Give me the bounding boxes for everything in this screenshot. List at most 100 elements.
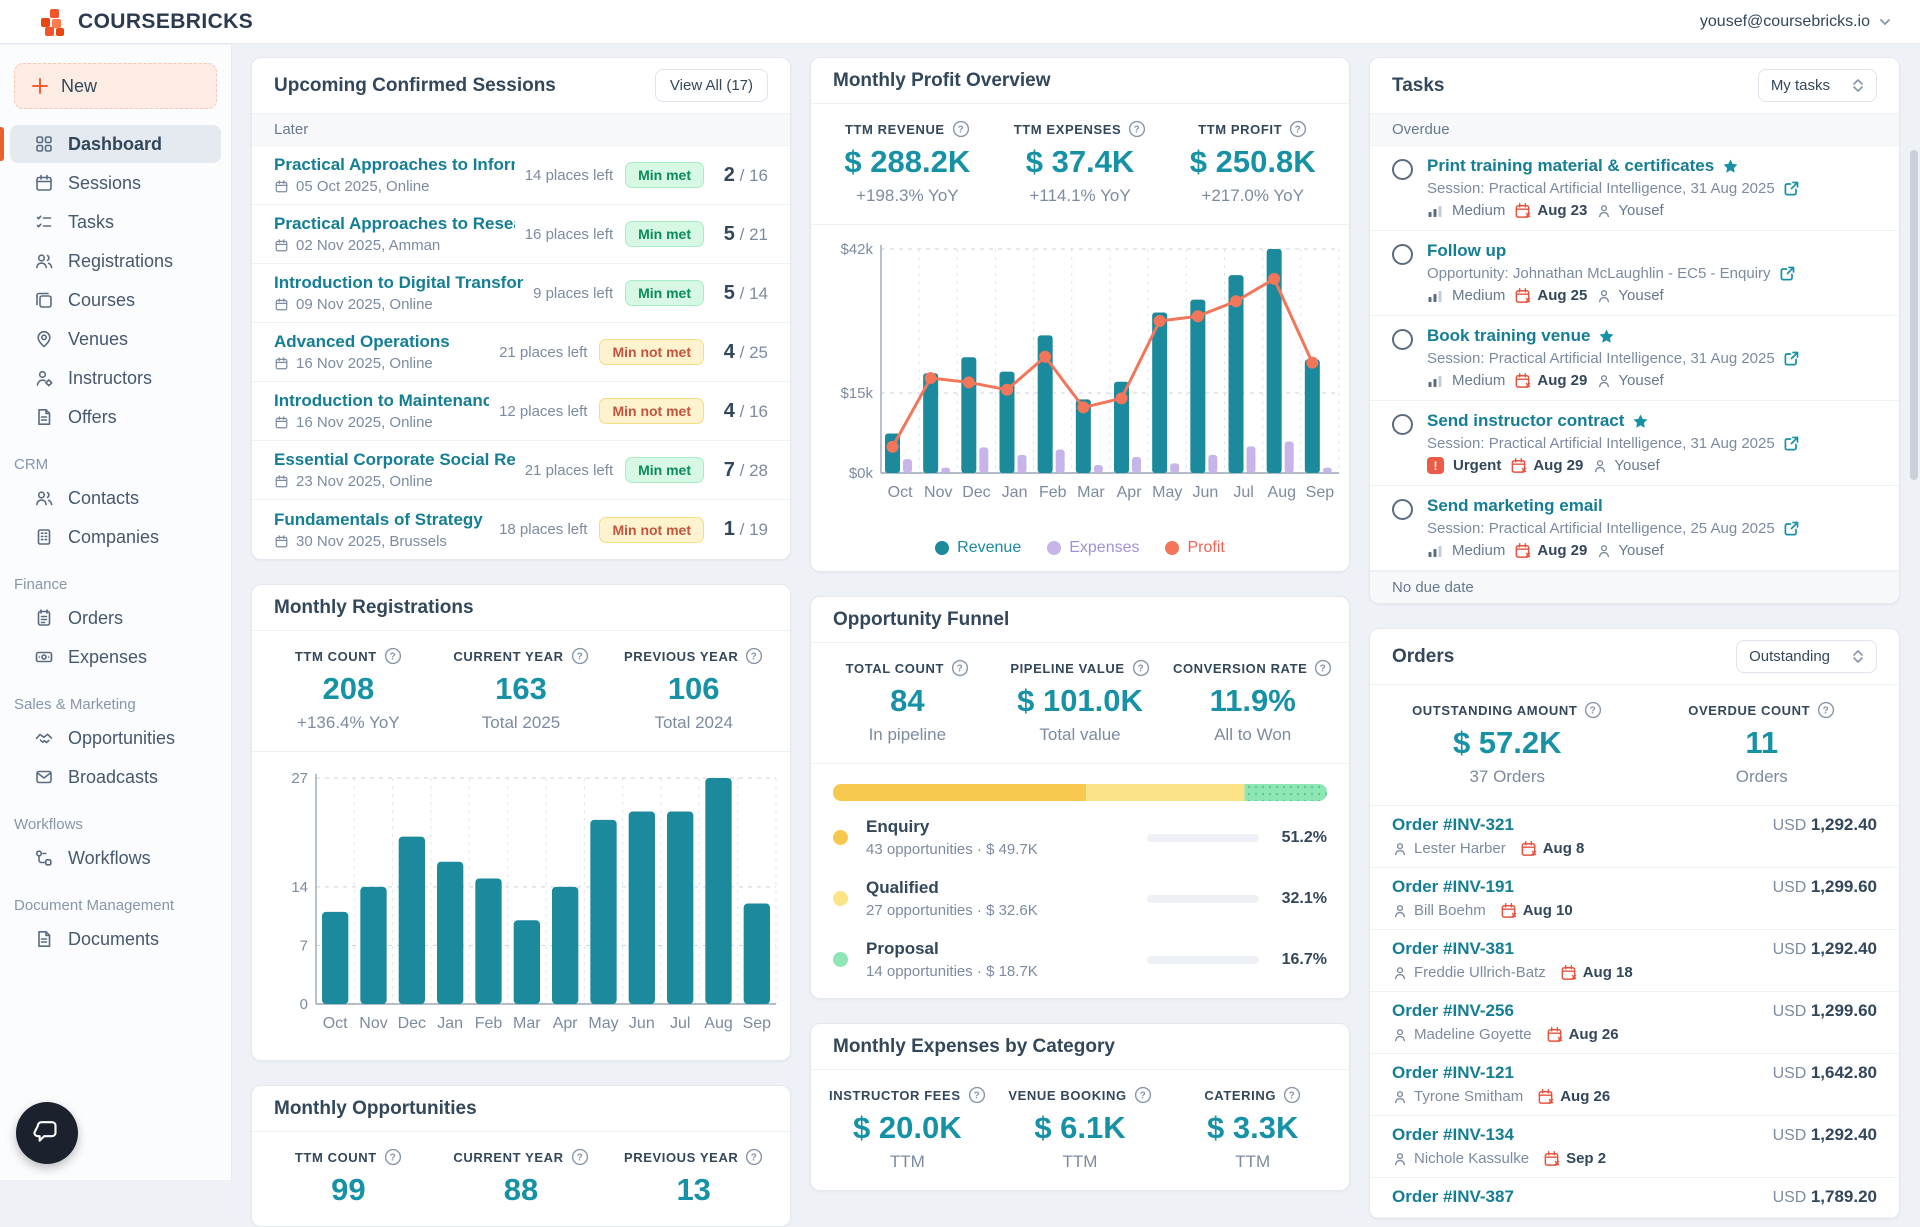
orders-filter-select[interactable]: Outstanding [1736, 640, 1877, 673]
session-title-link[interactable]: Advanced Operations [274, 332, 489, 352]
external-link-icon[interactable] [1783, 435, 1800, 452]
order-id-link[interactable]: Order #INV-121 [1392, 1063, 1610, 1083]
help-icon[interactable]: ? [1283, 1086, 1301, 1104]
svg-text:$15k: $15k [840, 385, 873, 402]
sidebar-item-registrations[interactable]: Registrations [10, 242, 221, 280]
help-icon[interactable]: ? [571, 1148, 589, 1166]
sidebar-item-companies[interactable]: Companies [10, 518, 221, 556]
task-checkbox[interactable] [1392, 499, 1413, 520]
session-date: 09 Nov 2025, Online [296, 296, 433, 313]
svg-text:0: 0 [300, 996, 308, 1013]
order-id-link[interactable]: Order #INV-381 [1392, 939, 1633, 959]
help-icon[interactable]: ? [1132, 659, 1150, 677]
chat-widget-button[interactable] [16, 1102, 78, 1164]
sidebar-item-label: Documents [68, 929, 159, 950]
registrations-card-title: Monthly Registrations [274, 597, 474, 619]
user-menu[interactable]: yousef@coursebricks.io [1700, 13, 1892, 31]
session-title-link[interactable]: Essential Corporate Social Responsibili… [274, 450, 515, 470]
help-icon[interactable]: ? [1584, 701, 1602, 719]
session-enrollment-count: 7 / 28 [716, 459, 768, 482]
order-id-link[interactable]: Order #INV-387 [1392, 1187, 1514, 1207]
svg-text:?: ? [1134, 125, 1141, 136]
task-title-link[interactable]: Send marketing email [1427, 496, 1603, 516]
help-icon[interactable]: ? [571, 647, 589, 665]
brand: COURSEBRICKS [38, 7, 253, 37]
order-contact: Nichole Kassulke [1414, 1150, 1529, 1167]
task-checkbox[interactable] [1392, 329, 1413, 350]
sidebar-item-opportunities[interactable]: Opportunities [10, 719, 221, 757]
kpi-venue-booking: VENUE BOOKING ? $ 6.1K TTM [994, 1086, 1167, 1172]
star-icon[interactable] [1598, 328, 1615, 345]
external-link-icon[interactable] [1783, 180, 1800, 197]
help-icon[interactable]: ? [1817, 701, 1835, 719]
sidebar-item-instructors[interactable]: Instructors [10, 359, 221, 397]
help-icon[interactable]: ? [1314, 659, 1332, 677]
session-row: Fundamentals of Strategy 30 Nov 2025, Br… [252, 500, 790, 559]
order-id-link[interactable]: Order #INV-256 [1392, 1001, 1619, 1021]
session-title-link[interactable]: Fundamentals of Strategy [274, 510, 489, 530]
tasks-filter-select[interactable]: My tasks [1758, 69, 1877, 102]
task-checkbox[interactable] [1392, 244, 1413, 265]
sidebar-item-offers[interactable]: Offers [10, 398, 221, 436]
sidebar-item-tasks[interactable]: Tasks [10, 203, 221, 241]
profit-card-title: Monthly Profit Overview [833, 70, 1050, 92]
help-icon[interactable]: ? [968, 1086, 986, 1104]
help-icon[interactable]: ? [1134, 1086, 1152, 1104]
session-title-link[interactable]: Practical Approaches to Research and … [274, 214, 515, 234]
svg-text:Mar: Mar [1077, 484, 1105, 501]
order-id-link[interactable]: Order #INV-191 [1392, 877, 1573, 897]
task-title-link[interactable]: Book training venue [1427, 326, 1590, 346]
help-icon[interactable]: ? [384, 647, 402, 665]
sidebar-item-workflows[interactable]: Workflows [10, 839, 221, 877]
legend-item[interactable]: Revenue [935, 539, 1021, 557]
session-title-link[interactable]: Introduction to Digital Transformation [274, 273, 523, 293]
legend-item[interactable]: Profit [1165, 539, 1224, 557]
kpi-pipeline-value: PIPELINE VALUE ? $ 101.0K Total value [994, 659, 1167, 745]
help-icon[interactable]: ? [951, 659, 969, 677]
sidebar-item-sessions[interactable]: Sessions [10, 164, 221, 202]
session-title-link[interactable]: Introduction to Maintenance [274, 391, 489, 411]
session-title-link[interactable]: Practical Approaches to Information T… [274, 155, 515, 175]
sidebar-section-label: Sales & Marketing [14, 696, 231, 713]
calendar-x-icon [1560, 964, 1577, 981]
sidebar-item-documents[interactable]: Documents [10, 920, 221, 958]
external-link-icon[interactable] [1783, 350, 1800, 367]
order-id-link[interactable]: Order #INV-134 [1392, 1125, 1606, 1145]
medium-priority-icon [1427, 373, 1443, 389]
external-link-icon[interactable] [1783, 520, 1800, 537]
profit-chart-legend: Revenue Expenses Profit [811, 537, 1349, 571]
sidebar-item-venues[interactable]: Venues [10, 320, 221, 358]
help-icon[interactable]: ? [952, 120, 970, 138]
new-button[interactable]: New [14, 63, 217, 109]
kpi-value: $ 20.0K [821, 1110, 994, 1146]
order-id-link[interactable]: Order #INV-321 [1392, 815, 1584, 835]
sidebar-item-dashboard[interactable]: Dashboard [10, 125, 221, 163]
help-icon[interactable]: ? [745, 1148, 763, 1166]
external-link-icon[interactable] [1779, 265, 1796, 282]
person-icon [1596, 543, 1612, 559]
kpi-label: TTM PROFIT [1198, 122, 1282, 137]
help-icon[interactable]: ? [745, 647, 763, 665]
page-scrollbar[interactable] [1910, 150, 1918, 480]
task-title-link[interactable]: Print training material & certificates [1427, 156, 1714, 176]
task-checkbox[interactable] [1392, 159, 1413, 180]
star-icon[interactable] [1722, 158, 1739, 175]
svg-text:?: ? [576, 652, 583, 663]
help-icon[interactable]: ? [384, 1148, 402, 1166]
task-checkbox[interactable] [1392, 414, 1413, 435]
star-icon[interactable] [1632, 413, 1649, 430]
task-title-link[interactable]: Send instructor contract [1427, 411, 1624, 431]
sidebar-item-contacts[interactable]: Contacts [10, 479, 221, 517]
sidebar-item-expenses[interactable]: Expenses [10, 638, 221, 676]
session-places-left: 16 places left [525, 226, 613, 243]
help-icon[interactable]: ? [1289, 120, 1307, 138]
legend-item[interactable]: Expenses [1047, 539, 1139, 557]
sidebar-item-orders[interactable]: Orders [10, 599, 221, 637]
view-all-sessions-button[interactable]: View All (17) [655, 69, 768, 102]
help-icon[interactable]: ? [1128, 120, 1146, 138]
sidebar-item-courses[interactable]: Courses [10, 281, 221, 319]
task-title-link[interactable]: Follow up [1427, 241, 1506, 261]
user-email: yousef@coursebricks.io [1700, 13, 1870, 31]
mail-icon [34, 767, 54, 787]
sidebar-item-broadcasts[interactable]: Broadcasts [10, 758, 221, 796]
